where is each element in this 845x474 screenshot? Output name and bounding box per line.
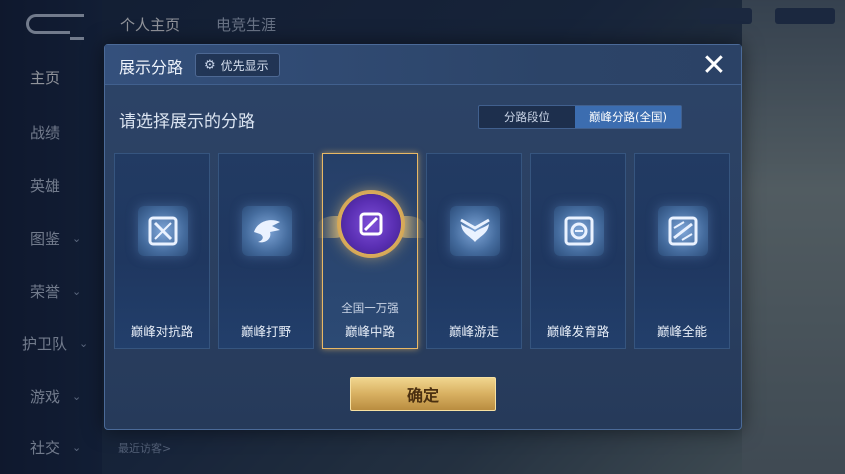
lane-display-dialog: 展示分路 ⚙ 优先显示 ✕ 请选择展示的分路 分路段位 巅峰分路(全国) 巅峰对… [104, 44, 742, 430]
crossed-swords-icon [138, 206, 188, 256]
lane-card-mid[interactable]: 全国一万强 巅峰中路 [317, 153, 425, 349]
lane-card-label: 巅峰对抗路 [130, 324, 194, 339]
lane-type-toggle: 分路段位 巅峰分路(全国) [478, 105, 682, 129]
dialog-title: 展示分路 [119, 58, 184, 77]
lane-card-label: 巅峰打野 [240, 324, 291, 339]
dialog-header: 展示分路 ⚙ 优先显示 ✕ [105, 45, 741, 85]
lane-card-label: 巅峰游走 [448, 324, 499, 339]
priority-display-button[interactable]: ⚙ 优先显示 [195, 53, 280, 77]
lane-card-all-round[interactable]: 巅峰全能 [634, 153, 730, 349]
lane-card-jungle[interactable]: 巅峰打野 [218, 153, 314, 349]
segment-lane-rank[interactable]: 分路段位 [479, 106, 575, 128]
mid-lane-icon [341, 194, 401, 254]
lane-card-clash[interactable]: 巅峰对抗路 [114, 153, 210, 349]
gear-icon: ⚙ [204, 57, 216, 73]
close-icon: ✕ [701, 48, 727, 83]
lane-card-label: 巅峰全能 [656, 324, 707, 339]
rank-label: 全国一万强 [341, 301, 399, 315]
confirm-button[interactable]: 确定 [350, 377, 496, 411]
target-icon [554, 206, 604, 256]
wings-icon [450, 206, 500, 256]
lane-card-label: 巅峰发育路 [546, 324, 610, 339]
lane-card-label: 巅峰中路 [344, 324, 395, 339]
all-round-icon [658, 206, 708, 256]
close-button[interactable]: ✕ [697, 49, 731, 83]
dragon-head-icon [242, 206, 292, 256]
dialog-subtitle: 请选择展示的分路 [119, 112, 255, 132]
segment-peak-lane-national[interactable]: 巅峰分路(全国) [575, 106, 681, 128]
priority-display-label: 优先显示 [220, 58, 269, 73]
lane-card-farm[interactable]: 巅峰发育路 [530, 153, 626, 349]
lane-card-roam[interactable]: 巅峰游走 [426, 153, 522, 349]
